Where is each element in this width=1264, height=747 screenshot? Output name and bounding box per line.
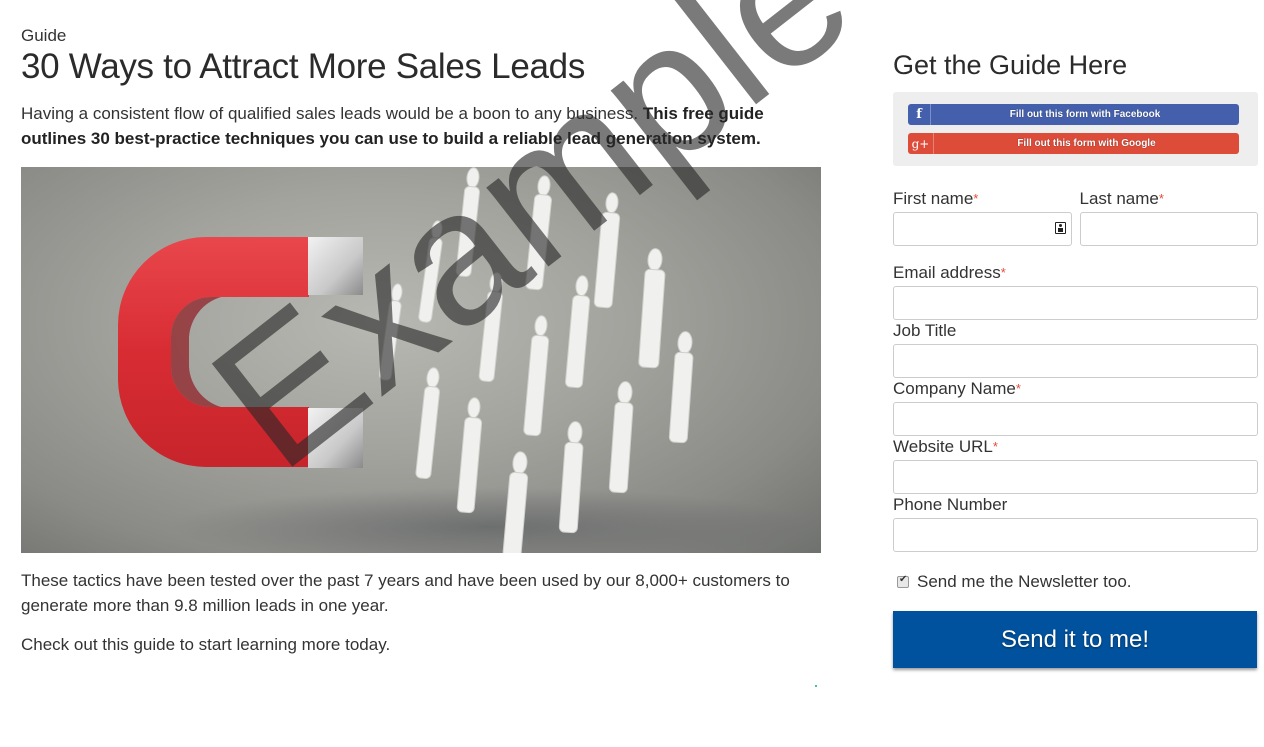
form-title: Get the Guide Here: [893, 50, 1128, 80]
body-paragraph: Check out this guide to start learning m…: [21, 635, 391, 654]
google-plus-icon: g+: [908, 133, 934, 154]
website-input[interactable]: [893, 460, 1258, 494]
company-input[interactable]: [893, 402, 1258, 436]
magnet-pole-top: [308, 237, 363, 295]
job-title-field: Job Title: [893, 320, 1258, 378]
website-label: Website URL*: [893, 436, 1258, 460]
social-fill-panel: f Fill out this form with Facebook g+ Fi…: [893, 92, 1258, 166]
phone-label: Phone Number: [893, 495, 1008, 514]
required-marker: *: [973, 191, 979, 206]
first-name-label-text: First name: [893, 189, 974, 208]
first-name-input[interactable]: [893, 212, 1072, 246]
magnet-illustration: [118, 167, 811, 553]
first-name-field: First name*: [893, 188, 1072, 246]
intro-paragraph: Having a consistent flow of qualified sa…: [21, 101, 821, 151]
floor-shadow: [171, 487, 811, 553]
intro-text: Having a consistent flow of qualified sa…: [21, 104, 643, 123]
article: Guide 30 Ways to Attract More Sales Lead…: [21, 26, 821, 151]
stray-pixel: [815, 685, 817, 687]
page-title: 30 Ways to Attract More Sales Leads: [21, 47, 586, 86]
job-title-label: Job Title: [893, 321, 957, 340]
google-button-label: Fill out this form with Google: [1017, 138, 1156, 149]
required-marker: *: [1015, 381, 1021, 396]
last-name-input[interactable]: [1079, 212, 1258, 246]
required-marker: *: [1000, 265, 1006, 280]
last-name-label: Last name*: [1080, 188, 1259, 212]
submit-button[interactable]: Send it to me!: [893, 611, 1257, 668]
company-label: Company Name*: [893, 378, 1258, 402]
facebook-icon: f: [908, 104, 931, 125]
email-label-text: Email address: [893, 263, 1001, 282]
facebook-fill-button[interactable]: f Fill out this form with Facebook: [908, 104, 1239, 125]
email-label: Email address*: [893, 262, 1258, 286]
newsletter-checkbox[interactable]: [897, 574, 909, 588]
newsletter-option[interactable]: Send me the Newsletter too.: [893, 572, 1258, 592]
contact-card-icon[interactable]: [1054, 222, 1066, 234]
lead-form: Get the Guide Here f Fill out this form …: [893, 48, 1258, 668]
name-row: First name* Last name*: [893, 188, 1258, 246]
hero-image: [21, 167, 821, 553]
magnet-body: [118, 237, 309, 467]
required-marker: *: [1158, 191, 1164, 206]
last-name-field: Last name*: [1079, 188, 1259, 246]
article-body: These tactics have been tested over the …: [21, 568, 821, 657]
email-field: Email address*: [893, 262, 1258, 320]
body-paragraph: These tactics have been tested over the …: [21, 571, 790, 615]
phone-field: Phone Number: [893, 494, 1258, 552]
website-label-text: Website URL: [893, 437, 993, 456]
magnet-pole-bottom: [308, 408, 363, 468]
company-field: Company Name*: [893, 378, 1258, 436]
required-marker: *: [992, 439, 998, 454]
job-title-input[interactable]: [893, 344, 1258, 378]
last-name-label-text: Last name: [1079, 189, 1159, 208]
email-input[interactable]: [893, 286, 1258, 320]
newsletter-label[interactable]: Send me the Newsletter too.: [917, 572, 1132, 592]
content-type-label: Guide: [21, 26, 67, 45]
first-name-label: First name*: [893, 188, 1072, 212]
website-field: Website URL*: [893, 436, 1258, 494]
facebook-button-label: Fill out this form with Facebook: [1009, 109, 1161, 120]
google-fill-button[interactable]: g+ Fill out this form with Google: [908, 133, 1239, 154]
company-label-text: Company Name: [893, 379, 1016, 398]
phone-input[interactable]: [893, 518, 1258, 552]
